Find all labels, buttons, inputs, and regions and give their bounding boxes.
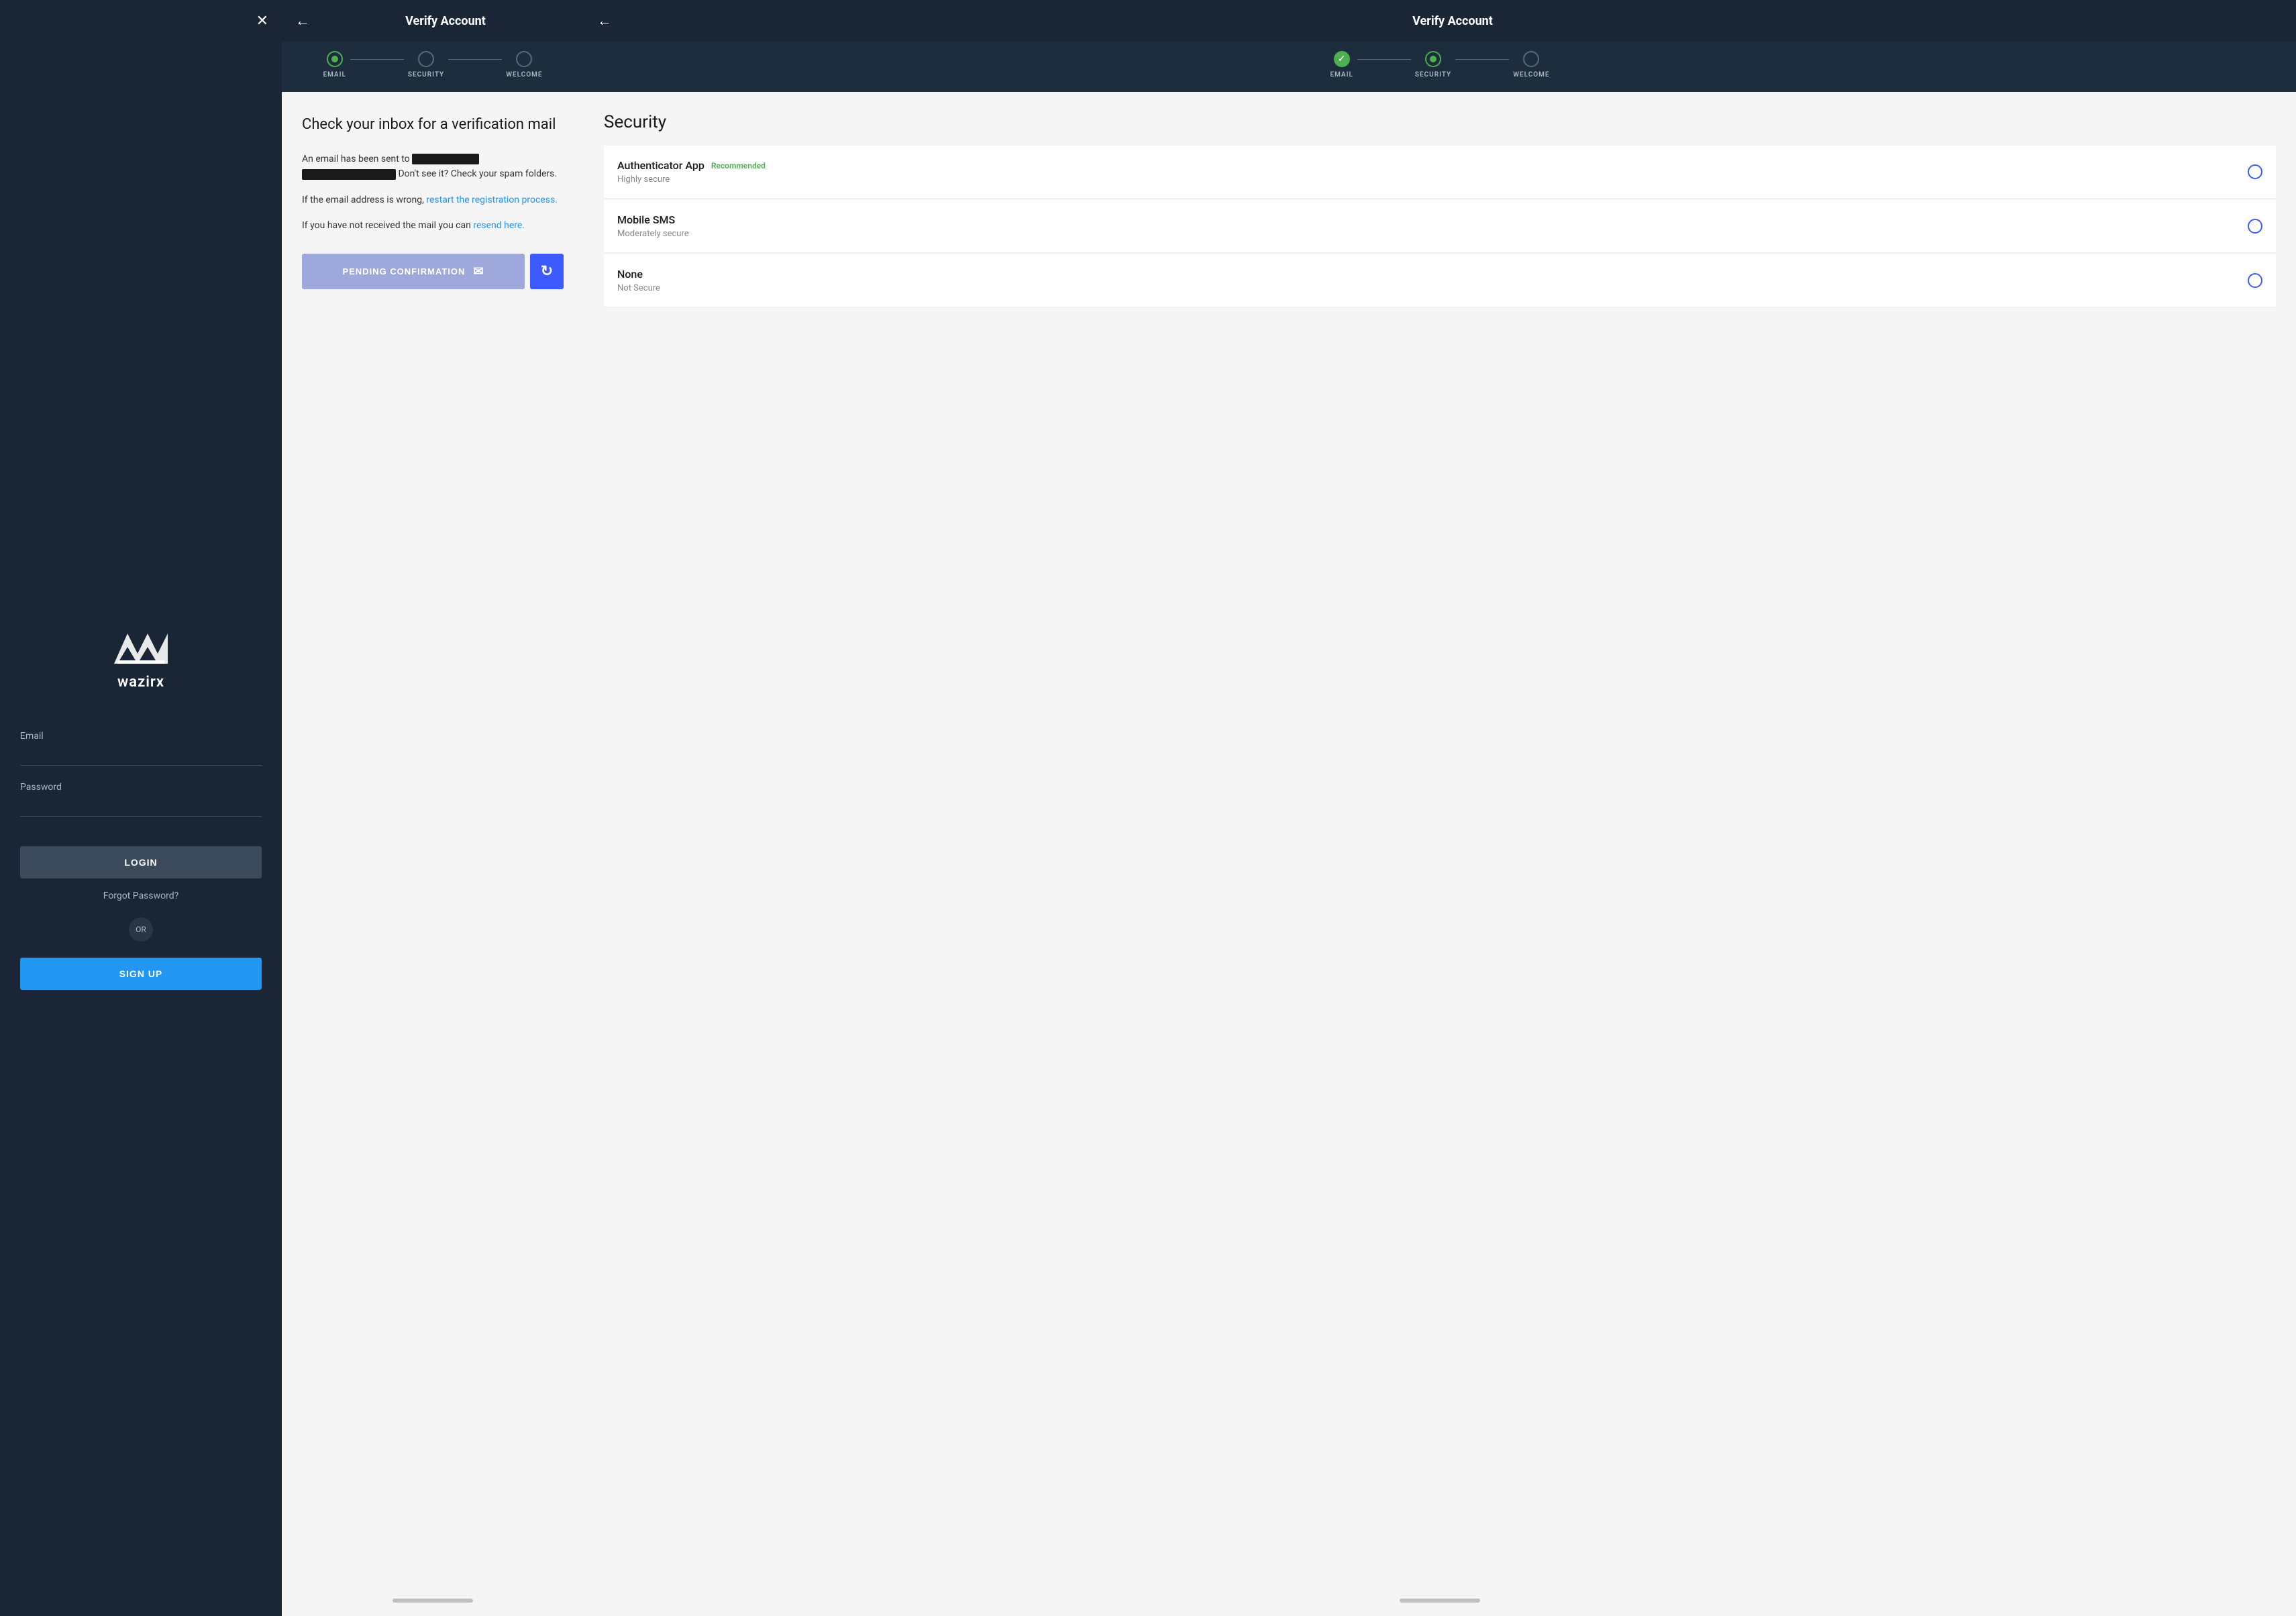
sec-step-email: ✓ EMAIL [1330,51,1353,79]
email-label: Email [20,731,262,742]
step-welcome-circle [516,51,532,67]
back-button-email[interactable]: ← [295,12,310,30]
step-email-label: EMAIL [323,71,346,79]
pending-confirmation-button[interactable]: PENDING CONFIRMATION ✉ [302,254,525,289]
none-radio[interactable] [2248,273,2262,288]
refresh-icon: ↻ [541,262,553,280]
password-label: Password [20,782,262,793]
sec-step-email-label: EMAIL [1330,71,1353,79]
none-option[interactable]: None Not Secure [604,254,2276,307]
verify-security-panel: ← Verify Account ✓ EMAIL SECURITY WELCOM… [584,0,2296,1616]
authenticator-desc: Highly secure [617,174,766,185]
wazirx-logo [114,627,168,667]
back-button-security[interactable]: ← [597,12,612,30]
mobile-sms-radio[interactable] [2248,219,2262,234]
login-panel: ✕ wazirx Email Password LOGIN Forgot Pas… [0,0,282,1616]
resend-link[interactable]: resend here. [473,220,525,231]
wrong-email-text: If the email address is wrong, restart t… [302,193,564,207]
sec-step-line-1 [1357,59,1411,60]
signup-button[interactable]: SIGN UP [20,958,262,990]
verify-email-panel: ← Verify Account EMAIL SECURITY WELCOME … [282,0,584,1616]
verify-email-content: Check your inbox for a verification mail… [282,92,584,1585]
sec-step-line-2 [1455,59,1509,60]
close-button[interactable]: ✕ [256,13,268,28]
authenticator-info: Authenticator App Recommended Highly sec… [617,159,766,185]
or-label: OR [129,917,153,942]
sec-step-security-label: SECURITY [1415,71,1451,79]
authenticator-radio[interactable] [2248,164,2262,179]
step-welcome-email: WELCOME [506,51,542,79]
email-form-group: Email [20,731,262,766]
mobile-sms-name: Mobile SMS [617,213,689,226]
step-security-circle [418,51,434,67]
step-security-label: SECURITY [408,71,444,79]
password-input[interactable] [20,797,262,817]
none-desc: Not Secure [617,283,660,293]
redacted-email-2 [302,169,396,180]
logo-text: wazirx [117,674,164,691]
authenticator-name: Authenticator App Recommended [617,159,766,172]
forgot-password-link[interactable]: Forgot Password? [103,891,179,901]
sec-step-email-circle: ✓ [1334,51,1350,67]
bottom-bar-security [1400,1599,1480,1603]
or-divider: OR [20,917,262,942]
security-panel-footer [584,1585,2296,1616]
mobile-sms-option[interactable]: Mobile SMS Moderately secure [604,200,2276,253]
mobile-sms-desc: Moderately secure [617,229,689,239]
verify-email-header: ← Verify Account [282,0,584,42]
bottom-bar-email [393,1599,473,1603]
step-email-circle [327,51,343,67]
email-panel-footer [282,1585,584,1616]
sec-step-welcome-label: WELCOME [1513,71,1549,79]
mobile-sms-info: Mobile SMS Moderately secure [617,213,689,239]
email-input[interactable] [20,746,262,766]
redacted-email [412,154,479,164]
login-button[interactable]: LOGIN [20,846,262,878]
step-line-1 [350,59,404,60]
none-info: None Not Secure [617,268,660,293]
pending-btn-container: PENDING CONFIRMATION ✉ ↻ [302,254,564,289]
security-section-title: Security [604,112,2276,132]
step-security-email: SECURITY [408,51,444,79]
logo-container: wazirx [114,627,168,691]
recommended-badge: Recommended [711,161,766,170]
security-stepper: ✓ EMAIL SECURITY WELCOME [584,42,2296,92]
security-content: Security Authenticator App Recommended H… [584,92,2296,1585]
none-name: None [617,268,660,281]
pending-label: PENDING CONFIRMATION [342,266,465,276]
verify-email-title: Verify Account [321,14,570,28]
verify-content-title: Check your inbox for a verification mail [302,116,564,133]
restart-link[interactable]: restart the registration process. [426,195,558,205]
email-stepper: EMAIL SECURITY WELCOME [282,42,584,92]
step-email: EMAIL [323,51,346,79]
verify-security-header: ← Verify Account [584,0,2296,42]
verify-security-title: Verify Account [623,14,2283,28]
sec-step-welcome-circle [1523,51,1539,67]
sec-step-security: SECURITY [1415,51,1451,79]
refresh-button[interactable]: ↻ [530,254,564,289]
sec-step-security-circle [1425,51,1441,67]
sec-step-welcome: WELCOME [1513,51,1549,79]
step-line-2 [448,59,502,60]
step-welcome-label: WELCOME [506,71,542,79]
authenticator-option[interactable]: Authenticator App Recommended Highly sec… [604,146,2276,199]
not-received-text: If you have not received the mail you ca… [302,218,564,233]
sent-text: An email has been sent to Don't see it? … [302,152,564,182]
mail-icon: ✉ [473,264,484,279]
password-form-group: Password [20,782,262,817]
